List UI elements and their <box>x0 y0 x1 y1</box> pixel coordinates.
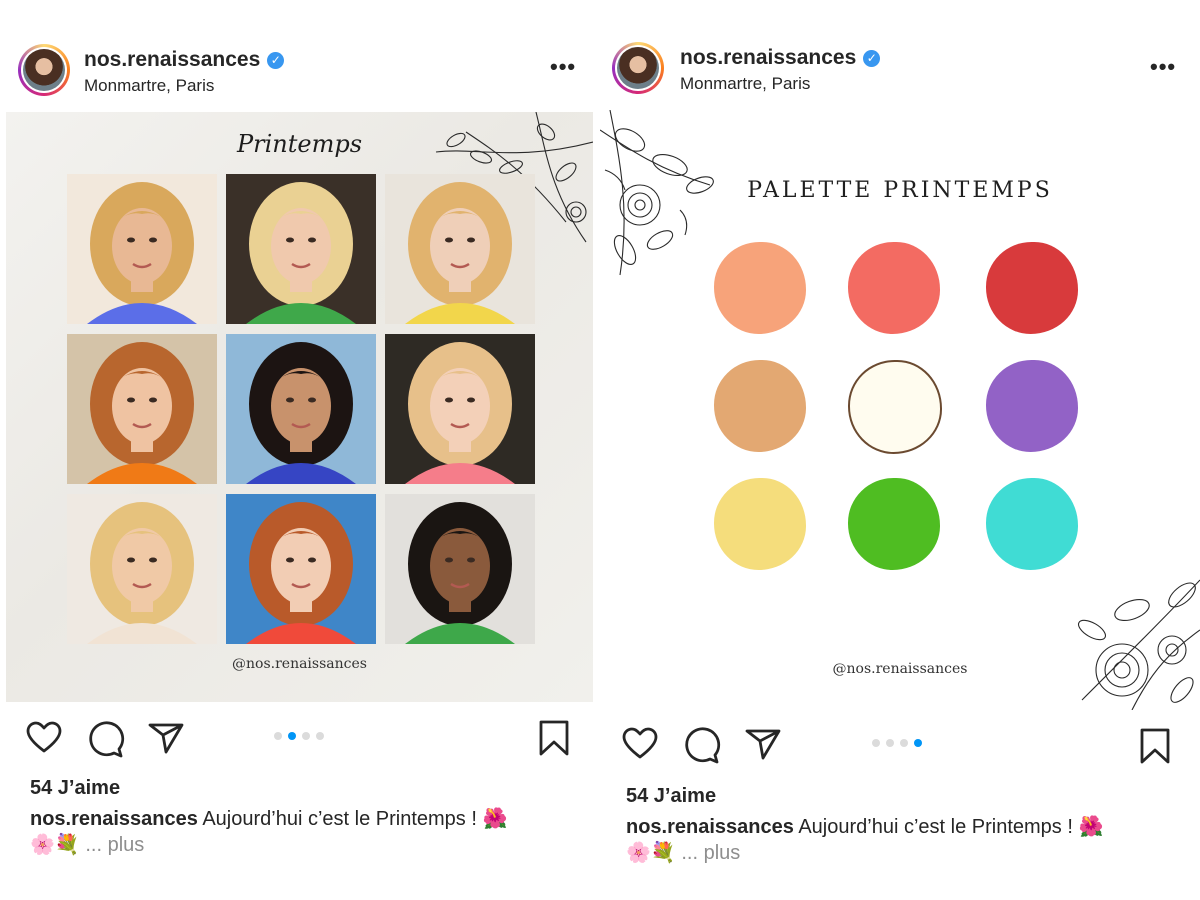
caption: nos.renaissances Aujourd’hui c’est le Pr… <box>626 814 1166 866</box>
carousel-dot <box>316 732 324 740</box>
portrait-photo <box>226 494 376 644</box>
location-link[interactable]: Monmartre, Paris <box>84 76 214 96</box>
more-options-icon[interactable]: ••• <box>550 54 576 80</box>
celebrity-grid <box>67 174 537 644</box>
avatar[interactable] <box>612 42 664 94</box>
heart-icon[interactable] <box>620 724 660 764</box>
avatar-photo <box>617 47 659 89</box>
carousel-dot <box>872 739 880 747</box>
portrait-photo <box>67 334 217 484</box>
verified-badge-icon: ✓ <box>267 52 285 69</box>
username[interactable]: nos.renaissances ✓ <box>680 46 881 70</box>
portrait-photo <box>385 494 535 644</box>
watermark-handle: @nos.renaissances <box>832 661 968 677</box>
more-options-icon[interactable]: ••• <box>1150 54 1176 80</box>
carousel-dot <box>914 739 922 747</box>
palette-swatch <box>714 360 806 452</box>
caption-text: Aujourd’hui c’est le Printemps ! 🌺 <box>793 816 1104 838</box>
post-header: nos.renaissances ✓ Monmartre, Paris ••• <box>600 0 1200 100</box>
watermark-handle: @nos.renaissances <box>232 656 367 672</box>
carousel-indicator <box>872 739 922 747</box>
action-bar <box>0 716 594 766</box>
post-card-right: nos.renaissances✓ Monmartre, Paris ••• <box>600 0 1200 900</box>
caption-text: Aujourd’hui c’est le Printemps ! 🌺 <box>197 808 508 830</box>
bookmark-icon[interactable] <box>534 718 574 758</box>
palette-swatch <box>714 242 806 334</box>
palette-swatch <box>986 242 1078 334</box>
carousel-dot <box>288 732 296 740</box>
caption: nos.renaissances Aujourd’hui c’est le Pr… <box>30 806 570 858</box>
share-icon[interactable] <box>743 724 783 764</box>
caption-username[interactable]: nos.renaissances <box>626 816 794 838</box>
portrait-photo <box>67 174 217 324</box>
palette-swatch <box>714 478 806 570</box>
palette-swatch <box>848 360 942 454</box>
avatar-photo <box>23 49 65 91</box>
post-media[interactable]: PALETTE PRINTEMPS @nos.renaissances <box>600 110 1200 710</box>
bookmark-icon[interactable] <box>1135 726 1175 766</box>
caption-emoji: 🌸💐 <box>30 834 80 856</box>
comment-icon[interactable] <box>682 726 722 766</box>
palette-swatch <box>848 242 940 334</box>
portrait-photo <box>226 334 376 484</box>
palette-swatch <box>986 360 1078 452</box>
heart-icon[interactable] <box>24 718 64 758</box>
carousel-indicator <box>274 732 324 740</box>
username[interactable]: nos.renaissances ✓ <box>84 48 285 72</box>
post-card-left: nos.renaissances ✓ Monmartre, Paris ••• P… <box>0 0 594 900</box>
media-title: Printemps <box>236 130 363 158</box>
action-bar <box>600 722 1200 772</box>
like-count[interactable]: 54 J’aime <box>30 777 120 800</box>
avatar[interactable] <box>18 44 70 96</box>
comment-icon[interactable] <box>86 720 126 760</box>
caption-emoji: 🌸💐 <box>626 842 676 864</box>
caption-more-link[interactable]: ... plus <box>681 842 740 864</box>
portrait-photo <box>385 334 535 484</box>
carousel-dot <box>886 739 894 747</box>
location-link[interactable]: Monmartre, Paris <box>680 74 810 94</box>
carousel-dot <box>274 732 282 740</box>
caption-username[interactable]: nos.renaissances <box>30 808 198 830</box>
palette-swatch <box>848 478 940 570</box>
portrait-photo <box>67 494 217 644</box>
carousel-dot <box>302 732 310 740</box>
share-icon[interactable] <box>146 718 186 758</box>
carousel-dot <box>900 739 908 747</box>
verified-badge-icon: ✓ <box>863 50 881 67</box>
floral-decoration-bottom-right <box>1077 579 1200 710</box>
post-header: nos.renaissances ✓ Monmartre, Paris ••• <box>0 0 594 100</box>
portrait-photo <box>226 174 376 324</box>
portrait-photo <box>385 174 535 324</box>
palette-swatch <box>986 478 1078 570</box>
media-title: PALETTE PRINTEMPS <box>747 178 1053 203</box>
caption-more-link[interactable]: ... plus <box>85 834 144 856</box>
like-count[interactable]: 54 J’aime <box>626 785 716 808</box>
post-media[interactable]: Printemps @nos.renaissances <box>6 112 593 702</box>
